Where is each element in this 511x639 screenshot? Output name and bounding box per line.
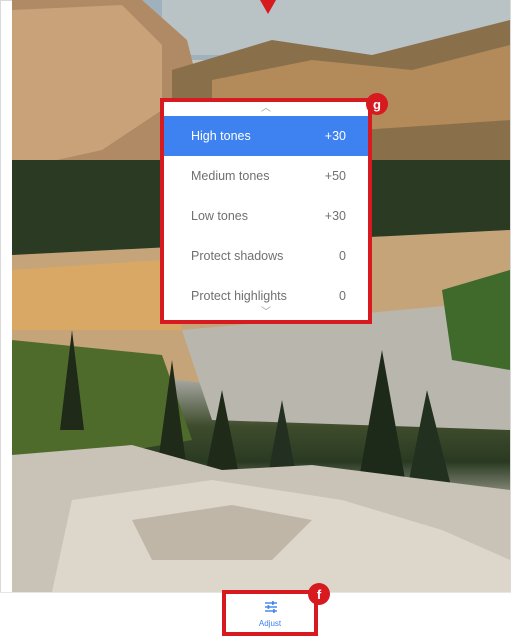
option-low-tones[interactable]: Low tones +30: [164, 196, 368, 236]
option-value: 0: [339, 289, 346, 303]
chevron-down-icon[interactable]: ﹀: [164, 308, 368, 318]
chevron-up-icon[interactable]: ︿: [164, 104, 368, 114]
tone-adjust-panel: ︿ High tones +30 Medium tones +50 Low to…: [160, 98, 372, 324]
callout-badge-f: f: [308, 583, 330, 605]
option-value: +30: [324, 129, 346, 143]
option-value: +30: [324, 209, 346, 223]
adjust-button[interactable]: Adjust: [222, 590, 318, 636]
option-medium-tones[interactable]: Medium tones +50: [164, 156, 368, 196]
callout-arrow-icon: [260, 0, 276, 14]
option-label: Low tones: [191, 209, 248, 223]
adjust-label: Adjust: [258, 619, 282, 628]
option-label: Protect highlights: [191, 289, 287, 303]
option-high-tones[interactable]: High tones +30: [164, 116, 368, 156]
option-label: High tones: [191, 129, 251, 143]
option-value: +50: [324, 169, 346, 183]
sliders-icon: [265, 601, 277, 613]
option-value: 0: [339, 249, 346, 263]
option-protect-shadows[interactable]: Protect shadows 0: [164, 236, 368, 276]
option-label: Protect shadows: [191, 249, 284, 263]
option-label: Medium tones: [191, 169, 270, 183]
callout-badge-g: g: [366, 93, 388, 115]
